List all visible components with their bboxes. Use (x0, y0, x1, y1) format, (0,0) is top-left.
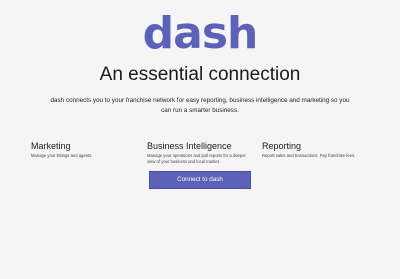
feature-title: Marketing (31, 141, 71, 151)
feature-description: Report sales and transactions. Pay franc… (262, 153, 356, 158)
feature-marketing: Marketing Manage your listings and agent… (31, 140, 131, 159)
feature-business-intelligence: Business Intelligence Manage your operat… (147, 140, 255, 165)
dash-logo: dash (142, 8, 259, 59)
feature-description: Manage your operations and pull reports … (147, 153, 246, 164)
page-headline: An essential connection (99, 64, 301, 85)
feature-reporting: Reporting Report sales and transactions.… (262, 140, 372, 159)
connect-to-dash-button[interactable]: Connect to dash (149, 171, 251, 189)
feature-title: Business Intelligence (147, 141, 232, 151)
intro-text: dash connects you to your franchise netw… (50, 97, 350, 114)
feature-description: Manage your listings and agents. (31, 153, 93, 158)
feature-title: Reporting (262, 141, 302, 151)
